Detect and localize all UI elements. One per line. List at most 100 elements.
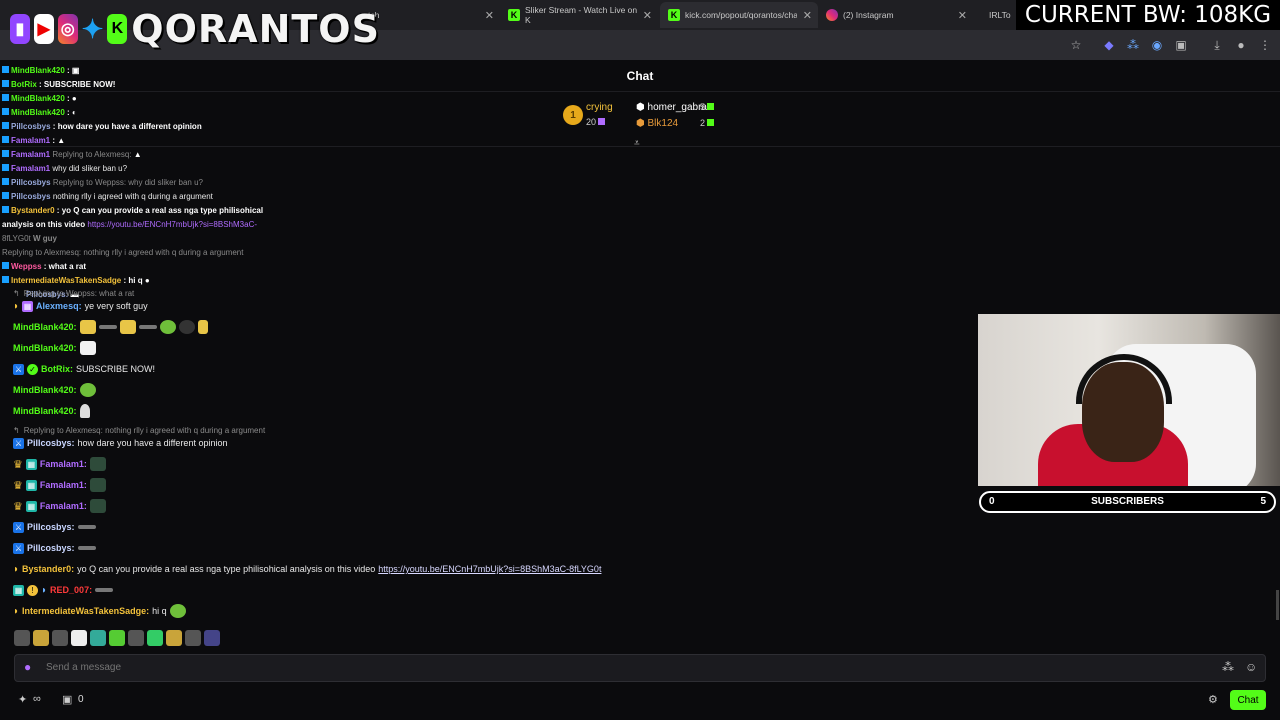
chat-message: MindBlank420: — [13, 381, 96, 399]
chat-username[interactable]: Pillcosbys: — [27, 522, 75, 532]
emote-button[interactable] — [90, 630, 106, 646]
tab-sliker-stream[interactable]: K Sliker Stream - Watch Live on K ✕ — [500, 2, 658, 28]
close-icon[interactable]: ✕ — [958, 9, 967, 22]
chat-text: how dare you have a different opinion — [77, 438, 228, 448]
audio-icon[interactable]: ◉ — [1149, 37, 1165, 53]
emote-button[interactable] — [166, 630, 182, 646]
avatar[interactable]: ● — [1233, 37, 1249, 53]
vip-badge-icon: ▦ — [25, 458, 37, 470]
chat-username[interactable]: Famalam1: — [40, 501, 87, 511]
chat-username[interactable]: Bystander0: — [22, 564, 74, 574]
emote-button[interactable] — [147, 630, 163, 646]
chat-send-button[interactable]: Chat — [1230, 690, 1266, 710]
translate-icon[interactable]: ⁂ — [1125, 37, 1141, 53]
gift-icon[interactable]: ▣ — [62, 693, 72, 706]
overlay-chat-line: Pillcosbys Replying to Weppss: why did s… — [2, 176, 312, 190]
overlay-chat-line: Replying to Alexmesq: nothing rlly i agr… — [2, 248, 244, 257]
overlay-chat-line: 8fLYG0t W guy — [2, 234, 57, 243]
message-input[interactable] — [46, 654, 1206, 682]
chat-username[interactable]: MindBlank420: — [13, 343, 77, 353]
chat-username[interactable]: Pillcosbys: — [27, 438, 75, 448]
close-icon[interactable]: ✕ — [803, 9, 812, 22]
vip-badge-icon: ▦ — [13, 584, 24, 596]
emote-button[interactable] — [128, 630, 144, 646]
chat-message: ♛ ▦ Famalam1: — [13, 497, 106, 515]
chat-username[interactable]: Famalam1: — [40, 480, 87, 490]
sub-badge-icon: ! — [27, 584, 38, 596]
overlay-chat-line: analysis on this video https://youtu.be/… — [2, 220, 258, 229]
emote-button[interactable] — [71, 630, 87, 646]
leaderboard-second-name: ⬢ homer_gabra — [636, 102, 707, 113]
star-icon[interactable]: ☆ — [1068, 37, 1084, 53]
emote-button[interactable] — [52, 630, 68, 646]
puzzle-icon[interactable]: ▣ — [1173, 37, 1189, 53]
emote — [79, 404, 90, 418]
chat-message: ⚔ Pillcosbys: — [13, 518, 96, 536]
overlay-chat-line: Pillcosbys nothing rlly i agreed with q … — [2, 190, 312, 204]
chat-username[interactable]: Alexmesq: — [36, 301, 82, 311]
emote — [98, 325, 117, 329]
chat-username[interactable]: BotRix: — [41, 364, 73, 374]
chat-message: ♛ ▦ Famalam1: — [13, 476, 106, 494]
gift-count: 0 — [78, 694, 84, 705]
overlay-chat-line: MindBlank420 : ● — [2, 92, 312, 106]
banana-badge-icon: ◗ — [13, 605, 20, 617]
chat-message: ⚔ Pillcosbys: how dare you have a differ… — [13, 434, 227, 452]
twitter-icon: ✦ — [81, 13, 104, 44]
emote-button[interactable] — [14, 630, 30, 646]
gift-leaderboard: 1 crying 20 ⬢ homer_gabra 5 ⬢ Blk124 2 — [560, 100, 730, 134]
quick-emote-row — [14, 630, 220, 646]
tab-kick-popout[interactable]: K kick.com/popout/qorantos/cha ✕ — [660, 2, 818, 28]
overlay-chat-line: IntermediateWasTakenSadge : hi q ● — [2, 274, 312, 288]
subscriber-goal-bar: 0 SUBSCRIBERS 5 — [979, 491, 1276, 513]
overlay-chat: MindBlank420 : ▣ BotRix : SUBSCRIBE NOW!… — [2, 64, 312, 302]
chat-username[interactable]: Pillcosbys: — [27, 543, 75, 553]
close-icon[interactable]: ✕ — [485, 9, 494, 22]
chat-message: ◗ Bystander0: yo Q can you provide a rea… — [13, 560, 601, 578]
tab-label: Sliker Stream - Watch Live on K — [525, 5, 638, 25]
twitch-icon: ▮ — [10, 14, 30, 44]
settings-icon[interactable]: ⚙ — [1208, 693, 1218, 706]
overlay-chat-line: BotRix : SUBSCRIBE NOW! — [2, 78, 312, 92]
chat-link[interactable]: https://youtu.be/ENCnH7mbUjk?si=8BShM3aC… — [378, 564, 601, 574]
leaderboard-first-name: crying — [586, 102, 613, 113]
overlay-chat-line: Famalam1 Replying to Alexmesq: ▲ — [2, 148, 312, 162]
emote-button[interactable] — [204, 630, 220, 646]
tab-label: IRLTo — [989, 10, 1011, 20]
extension-icon[interactable]: ◆ — [1101, 37, 1117, 53]
microphone-icon[interactable]: ● — [24, 660, 31, 674]
emote — [119, 320, 136, 334]
chat-text: SUBSCRIBE NOW! — [76, 364, 156, 374]
emote — [89, 499, 106, 513]
translate-icon[interactable]: ⁂ — [1222, 660, 1234, 674]
banana-badge-icon: ◗ — [13, 300, 20, 312]
chat-username[interactable]: Famalam1: — [40, 459, 87, 469]
emote — [77, 546, 96, 550]
chat-username[interactable]: MindBlank420: — [13, 406, 77, 416]
mod-badge-icon: ⚔ — [13, 542, 24, 554]
tab-irl[interactable]: IRLTo — [976, 2, 1016, 28]
chat-message: ◗ IntermediateWasTakenSadge: hi q — [13, 602, 186, 620]
chat-username[interactable]: RED_007: — [50, 585, 92, 595]
chat-message: MindBlank420: — [13, 402, 90, 420]
emote-button[interactable] — [185, 630, 201, 646]
emote-button[interactable] — [33, 630, 49, 646]
first-place-medal: 1 — [563, 105, 583, 125]
download-icon[interactable]: ⤓ — [1209, 37, 1225, 53]
close-icon[interactable]: ✕ — [643, 9, 652, 22]
collapse-icon[interactable]: ⩡ — [634, 138, 640, 149]
tab-instagram[interactable]: (2) Instagram ✕ — [818, 2, 973, 28]
chat-username[interactable]: MindBlank420: — [13, 322, 77, 332]
chat-message: ⚔ Pillcosbys: — [13, 539, 96, 557]
menu-icon[interactable]: ⋮ — [1257, 37, 1273, 53]
feather-badge-icon: ◗ — [41, 584, 48, 596]
chat-username[interactable]: IntermediateWasTakenSadge: — [22, 606, 149, 616]
emote-button[interactable] — [109, 630, 125, 646]
channel-name: QORANTOS — [131, 7, 380, 51]
points-icon[interactable]: ✦ — [18, 693, 27, 706]
scrollbar[interactable] — [1276, 590, 1279, 620]
chat-username[interactable]: MindBlank420: — [13, 385, 77, 395]
chat-text: ye very soft guy — [84, 301, 148, 311]
sub-goal-target: 5 — [1260, 496, 1266, 507]
emoji-icon[interactable]: ☺ — [1245, 660, 1257, 674]
